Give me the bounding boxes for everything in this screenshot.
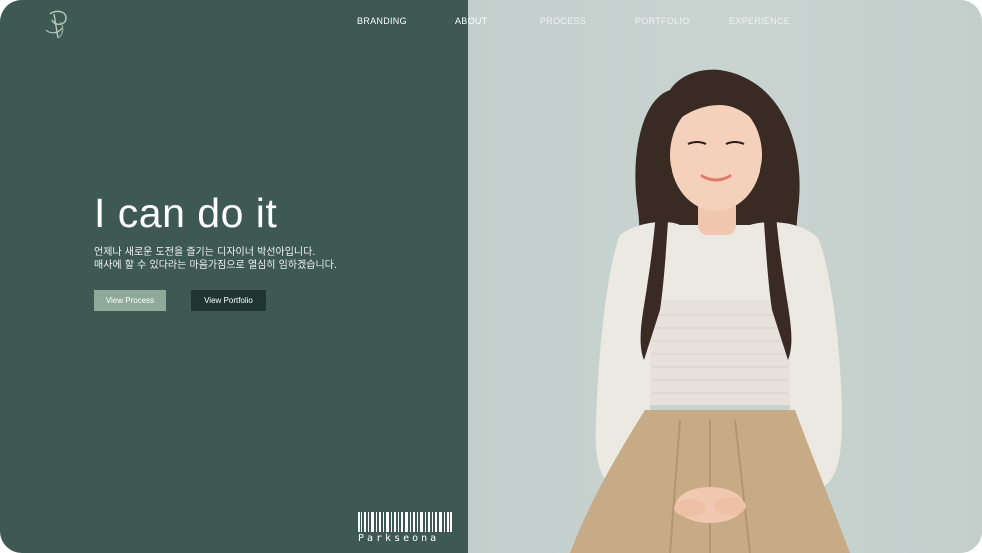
left-panel bbox=[0, 0, 468, 553]
nav-experience[interactable]: EXPERIENCE bbox=[729, 16, 790, 26]
nav-about[interactable]: ABOUT bbox=[455, 16, 488, 26]
nav-portfolio[interactable]: PORTFOLIO bbox=[635, 16, 690, 26]
barcode-icon bbox=[358, 512, 452, 532]
nav-branding[interactable]: BRANDING bbox=[357, 16, 407, 26]
hero-subline-1: 언제나 새로운 도전을 즐기는 디자이너 박선아입니다. bbox=[94, 247, 316, 258]
nav-process[interactable]: PROCESS bbox=[540, 16, 586, 26]
hero-section: I can do it 언제나 새로운 도전을 즐기는 디자이너 박선아입니다.… bbox=[94, 190, 337, 272]
view-process-button[interactable]: View Process bbox=[94, 290, 166, 311]
hero-frame: BRANDING ABOUT PROCESS PORTFOLIO EXPERIE… bbox=[0, 0, 982, 553]
portrait-photo bbox=[570, 69, 850, 553]
top-nav: BRANDING ABOUT PROCESS PORTFOLIO EXPERIE… bbox=[0, 16, 982, 30]
barcode-name: Parkseona bbox=[358, 533, 440, 544]
view-portfolio-button[interactable]: View Portfolio bbox=[191, 290, 266, 311]
hero-description: 언제나 새로운 도전을 즐기는 디자이너 박선아입니다. 매사에 할 수 있다라… bbox=[94, 246, 337, 272]
hero-headline: I can do it bbox=[94, 190, 278, 236]
hero-subline-2: 매사에 할 수 있다라는 마음가짐으로 열심히 임하겠습니다. bbox=[94, 260, 338, 271]
